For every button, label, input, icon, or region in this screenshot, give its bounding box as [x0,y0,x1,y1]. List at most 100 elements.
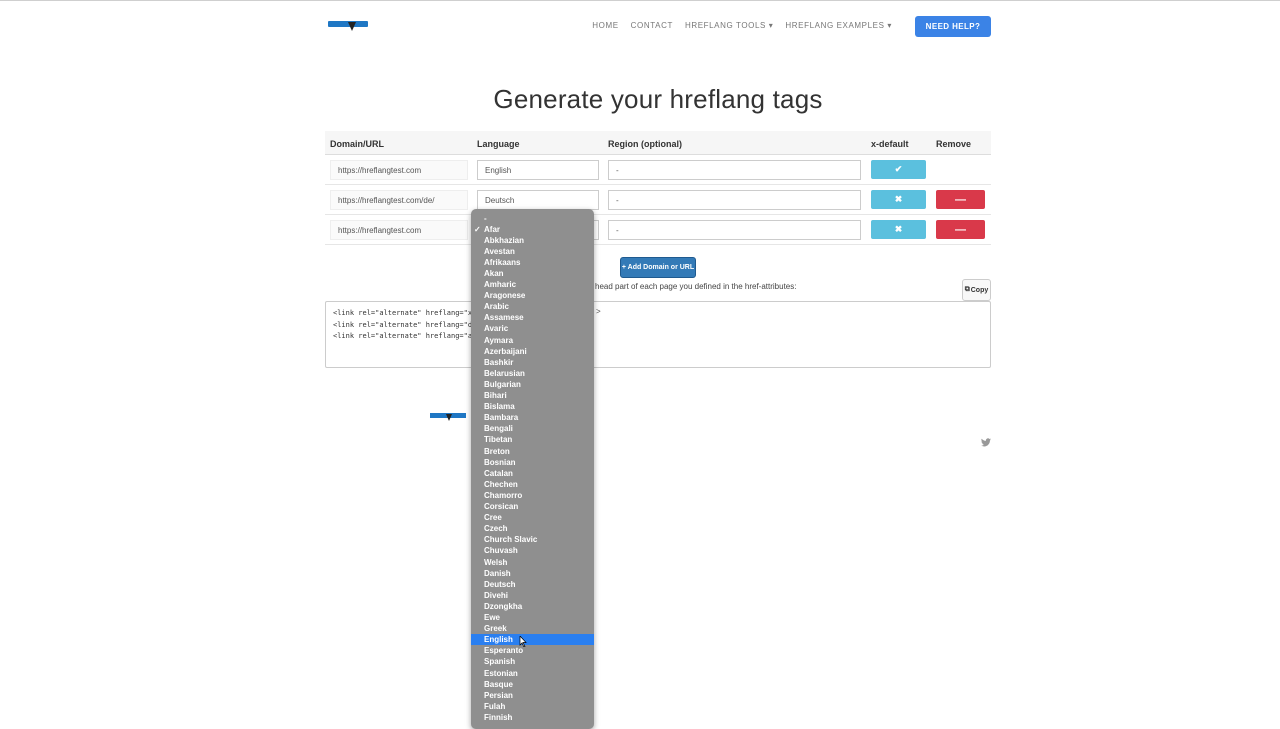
nav-contact[interactable]: CONTACT [631,21,673,30]
header-xdefault: x-default [871,139,909,149]
xdefault-button[interactable]: ✔ [871,160,926,179]
header-region: Region (optional) [608,139,682,149]
code-line: <link rel="alternate" hreflang="de" href [333,320,502,329]
dropdown-option[interactable]: Breton [471,446,594,457]
dropdown-option[interactable]: Azerbaijani [471,346,594,357]
dropdown-option[interactable]: Chechen [471,479,594,490]
dropdown-placeholder[interactable]: - [471,213,594,224]
need-help-button[interactable]: NEED HELP? [915,16,991,37]
table-header: Domain/URL Language Region (optional) x-… [325,131,991,155]
header-domain: Domain/URL [330,139,384,149]
remove-button[interactable]: — [936,220,985,239]
dropdown-option[interactable]: English [471,634,594,646]
nav-tools[interactable]: HREFLANG TOOLS ▾ [685,21,773,30]
url-input[interactable]: https://hreflangtest.com [330,220,468,240]
dropdown-option[interactable]: Assamese [471,312,594,323]
dropdown-option[interactable]: Bosnian [471,457,594,468]
header-language: Language [477,139,520,149]
caret-down-icon: ▾ [887,21,892,30]
minus-icon: — [955,223,966,236]
instruction-text: head part of each page you defined in th… [595,282,797,291]
dropdown-option[interactable]: Bambara [471,412,594,423]
dropdown-option[interactable]: Ewe [471,612,594,623]
nav-home[interactable]: HOME [592,21,618,30]
dropdown-option[interactable]: Aragonese [471,290,594,301]
dropdown-option[interactable]: Church Slavic [471,534,594,545]
nav-tools-label: HREFLANG TOOLS [684,21,766,30]
url-input[interactable]: https://hreflangtest.com/de/ [330,190,468,210]
dropdown-option[interactable]: Estonian [471,668,594,679]
dropdown-option[interactable]: Finnish [471,712,594,723]
dropdown-option[interactable]: Aymara [471,335,594,346]
dropdown-option[interactable]: Akan [471,268,594,279]
hreflang-output[interactable]: <link rel="alternate" hreflang="x-defau <… [325,301,991,368]
dropdown-option[interactable]: Corsican [471,501,594,512]
top-border [0,0,1280,1]
dropdown-option[interactable]: Danish [471,568,594,579]
dropdown-option[interactable]: Dzongkha [471,601,594,612]
copy-label: Copy [970,286,989,294]
dropdown-option[interactable]: Deutsch [471,579,594,590]
language-dropdown[interactable]: - Afar ✓ Abkhazian Avestan Afrikaans Akan Amhar… [471,209,594,729]
dropdown-option[interactable]: Spanish [471,656,594,667]
logo-check-icon [446,414,452,421]
region-select[interactable]: - [608,220,861,240]
check-icon: ✔ [894,164,903,174]
dropdown-option[interactable]: Arabic [471,301,594,312]
dropdown-option[interactable]: Basque [471,679,594,690]
dropdown-option[interactable]: Bengali [471,423,594,434]
header-remove: Remove [936,139,972,149]
region-select[interactable]: - [608,190,861,210]
xdefault-button[interactable]: ✖ [871,220,926,239]
xdefault-button[interactable]: ✖ [871,190,926,209]
dropdown-option[interactable]: Bihari [471,390,594,401]
caret-down-icon: ▾ [768,21,774,30]
copy-button[interactable]: ⧉ Copy [962,279,991,301]
nav-examples[interactable]: HREFLANG EXAMPLES ▾ [785,21,892,30]
dropdown-option[interactable]: Abkhazian [471,235,594,246]
dropdown-option[interactable]: Chuvash [471,545,594,556]
dropdown-option[interactable]: Afrikaans [471,257,594,268]
language-select[interactable]: Deutsch [477,190,599,210]
code-trailing: > [596,307,601,316]
page-title: Generate your hreflang tags [493,84,823,114]
dropdown-option[interactable]: Greek [471,623,594,634]
check-icon: ✓ [474,224,481,234]
dropdown-option[interactable]: Persian [471,690,594,701]
copy-icon: ⧉ [964,286,970,293]
footer-logo[interactable] [430,410,466,422]
dropdown-option[interactable]: Bislama [471,401,594,412]
dropdown-option[interactable]: Welsh [471,557,594,568]
minus-icon: — [955,193,966,206]
dropdown-option[interactable]: Bulgarian [471,379,594,390]
remove-button[interactable]: — [936,190,985,209]
dropdown-option[interactable]: Cree [471,512,594,523]
dropdown-option[interactable]: Bashkir [471,357,594,368]
site-logo[interactable] [328,18,368,32]
code-line: <link rel="alternate" hreflang="x-defau [333,309,498,317]
nav-examples-label: HREFLANG EXAMPLES [785,21,885,30]
mouse-cursor-icon [519,636,527,647]
dropdown-option[interactable]: Afar ✓ [471,224,594,235]
language-select[interactable]: English [477,160,599,180]
dropdown-option[interactable]: Chamorro [471,490,594,501]
dropdown-option[interactable]: Fulah [471,701,594,712]
dropdown-option[interactable]: Avestan [471,246,594,257]
table-row: https://hreflangtest.com English - ✔ [325,155,991,185]
dropdown-option[interactable]: Esperanto [471,645,594,656]
main-nav: HOME CONTACT HREFLANG TOOLS ▾ HREFLANG E… [592,21,892,30]
dropdown-option[interactable]: Divehi [471,590,594,601]
twitter-icon[interactable] [981,438,991,450]
dropdown-option[interactable]: Catalan [471,468,594,479]
url-input[interactable]: https://hreflangtest.com [330,160,468,180]
dropdown-option[interactable]: Czech [471,523,594,534]
dropdown-option[interactable]: Belarusian [471,368,594,379]
logo-check-icon [348,22,356,31]
dropdown-option[interactable]: Amharic [471,279,594,290]
dropdown-option[interactable]: Tibetan [471,434,594,445]
times-icon: ✖ [894,224,903,234]
add-domain-button[interactable]: + Add Domain or URL [620,257,696,278]
region-select[interactable]: - [608,160,861,180]
table-row: https://hreflangtest.com/de/ Deutsch - ✖… [325,185,991,215]
dropdown-option[interactable]: Avaric [471,323,594,334]
